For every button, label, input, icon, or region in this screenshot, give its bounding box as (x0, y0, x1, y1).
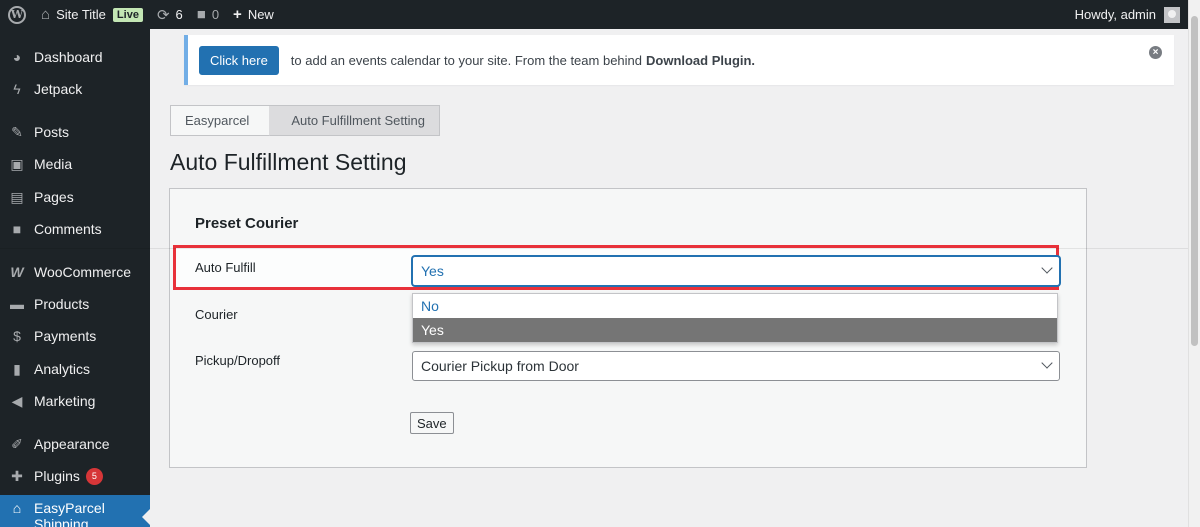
sidebar-item-label: Plugins (34, 468, 80, 484)
chevron-down-icon (1041, 262, 1053, 274)
sidebar-item-label: Dashboard (34, 49, 103, 65)
wordpress-logo-icon[interactable]: W (0, 0, 34, 29)
sidebar-item-plugins[interactable]: ✚ Plugins 5 (0, 460, 150, 492)
sidebar-item-label: Jetpack (34, 81, 83, 97)
plugin-icon: ✚ (11, 467, 23, 484)
archive-icon: ▬ (10, 296, 24, 312)
woocommerce-icon: W (10, 264, 24, 280)
site-title: Site Title (56, 7, 106, 22)
sidebar-item-woocommerce[interactable]: W WooCommerce (0, 256, 150, 288)
comment-icon: ■ (12, 221, 22, 237)
comments-count: 0 (211, 7, 220, 22)
megaphone-icon: ◀ (11, 392, 23, 409)
settings-panel: Preset Courier Auto Fulfill Yes Courier … (169, 188, 1087, 468)
click-here-button[interactable]: Click here (199, 45, 279, 75)
sidebar-item-label: Marketing (34, 393, 96, 409)
new-content-link[interactable]: + New (226, 0, 281, 29)
pin-icon: ✎ (11, 123, 23, 140)
sidebar-item-comments[interactable]: ■ Comments (0, 213, 150, 245)
site-title-link[interactable]: ⌂ Site Title Live (34, 0, 150, 29)
notice-text: to add an events calendar to your site. … (290, 52, 642, 68)
main-content: Click here to add an events calendar to … (150, 29, 1188, 527)
page-title: Auto Fulfillment Setting (170, 149, 407, 175)
sidebar-item-pages[interactable]: ▤ Pages (0, 181, 150, 213)
refresh-icon: ⟳ (156, 6, 170, 24)
sidebar-item-dashboard[interactable]: ◕ Dashboard (0, 41, 150, 73)
avatar-icon (1164, 6, 1180, 23)
section-title: Preset Courier (195, 215, 299, 232)
dashboard-icon: ◕ (12, 49, 22, 65)
sidebar-item-label: Payments (34, 328, 97, 344)
pages-icon: ▤ (10, 188, 24, 205)
courier-label: Courier (195, 307, 238, 322)
greeting: Howdy, admin (1074, 7, 1156, 22)
chevron-down-icon (1041, 357, 1053, 369)
account-menu[interactable]: Howdy, admin (1068, 0, 1200, 29)
comments-link[interactable]: ■ 0 (190, 0, 226, 29)
updates-link[interactable]: ⟳ 6 (150, 0, 190, 29)
divider (0, 248, 1200, 249)
sidebar-item-label: EasyParcel Shipping (34, 500, 105, 527)
breadcrumb-item-current: Auto Fulfillment Setting (269, 106, 439, 135)
sidebar-item-label: Comments (34, 221, 102, 237)
sidebar-item-payments[interactable]: $ Payments (0, 320, 150, 352)
sidebar-item-products[interactable]: ▬ Products (0, 288, 150, 320)
comment-icon: ■ (196, 6, 206, 23)
sidebar-item-jetpack[interactable]: ϟ Jetpack (0, 73, 150, 105)
sidebar-item-media[interactable]: ▣ Media (0, 148, 150, 180)
dismiss-notice-icon[interactable]: × (1149, 46, 1162, 59)
sidebar-item-easyparcel-shipping[interactable]: ⌂ EasyParcel Shipping (0, 495, 150, 527)
plus-icon: + (233, 6, 242, 23)
sidebar-item-marketing[interactable]: ◀ Marketing (0, 385, 150, 417)
sidebar-item-appearance[interactable]: ✐ Appearance (0, 428, 150, 460)
sidebar-item-label: Analytics (34, 361, 91, 377)
store-icon: ⌂ (12, 500, 22, 516)
home-icon: ⌂ (41, 6, 51, 23)
sidebar-item-analytics[interactable]: ▮ Analytics (0, 353, 150, 385)
notice-strong-text: Download Plugin. (646, 52, 756, 68)
auto-fulfill-value: Yes (421, 263, 444, 279)
dropdown-option-yes[interactable]: Yes (413, 318, 1057, 342)
breadcrumb-item-easyparcel[interactable]: Easyparcel (171, 106, 279, 136)
brush-icon: ✐ (11, 435, 23, 452)
sidebar-item-label: WooCommerce (34, 264, 131, 280)
jetpack-icon: ϟ (13, 81, 21, 97)
info-notice: Click here to add an events calendar to … (184, 35, 1174, 85)
pickup-dropoff-label: Pickup/Dropoff (195, 353, 281, 368)
page-scrollbar[interactable] (1188, 0, 1200, 527)
pickup-dropoff-value: Courier Pickup from Door (421, 358, 579, 374)
sidebar-item-label: Pages (34, 189, 74, 205)
pickup-dropoff-select[interactable]: Courier Pickup from Door (412, 351, 1060, 381)
sidebar-item-label: Media (34, 156, 73, 172)
auto-fulfill-label: Auto Fulfill (195, 260, 256, 275)
scrollbar-thumb[interactable] (1191, 16, 1198, 346)
sidebar-item-posts[interactable]: ✎ Posts (0, 116, 150, 148)
live-badge: Live (112, 7, 143, 22)
chart-icon: ▮ (13, 360, 21, 377)
sidebar-item-label: Products (34, 296, 90, 312)
payments-icon: $ (13, 328, 21, 344)
admin-sidebar: ◕ Dashboard ϟ Jetpack ✎ Posts ▣ Media ▤ … (0, 29, 150, 527)
dropdown-option-no[interactable]: No (413, 294, 1057, 318)
updates-count: 6 (175, 7, 183, 22)
auto-fulfill-dropdown: No Yes (412, 293, 1058, 343)
sidebar-item-label: Posts (34, 124, 70, 140)
breadcrumb: Easyparcel Auto Fulfillment Setting (170, 105, 440, 136)
admin-bar: W ⌂ Site Title Live ⟳ 6 ■ 0 + New Howdy,… (0, 0, 1200, 29)
auto-fulfill-select[interactable]: Yes (412, 256, 1060, 286)
plugins-update-badge: 5 (85, 467, 103, 485)
save-button[interactable]: Save (410, 412, 454, 434)
media-icon: ▣ (10, 155, 24, 172)
sidebar-item-label: Appearance (34, 436, 110, 452)
new-label: New (247, 7, 274, 22)
